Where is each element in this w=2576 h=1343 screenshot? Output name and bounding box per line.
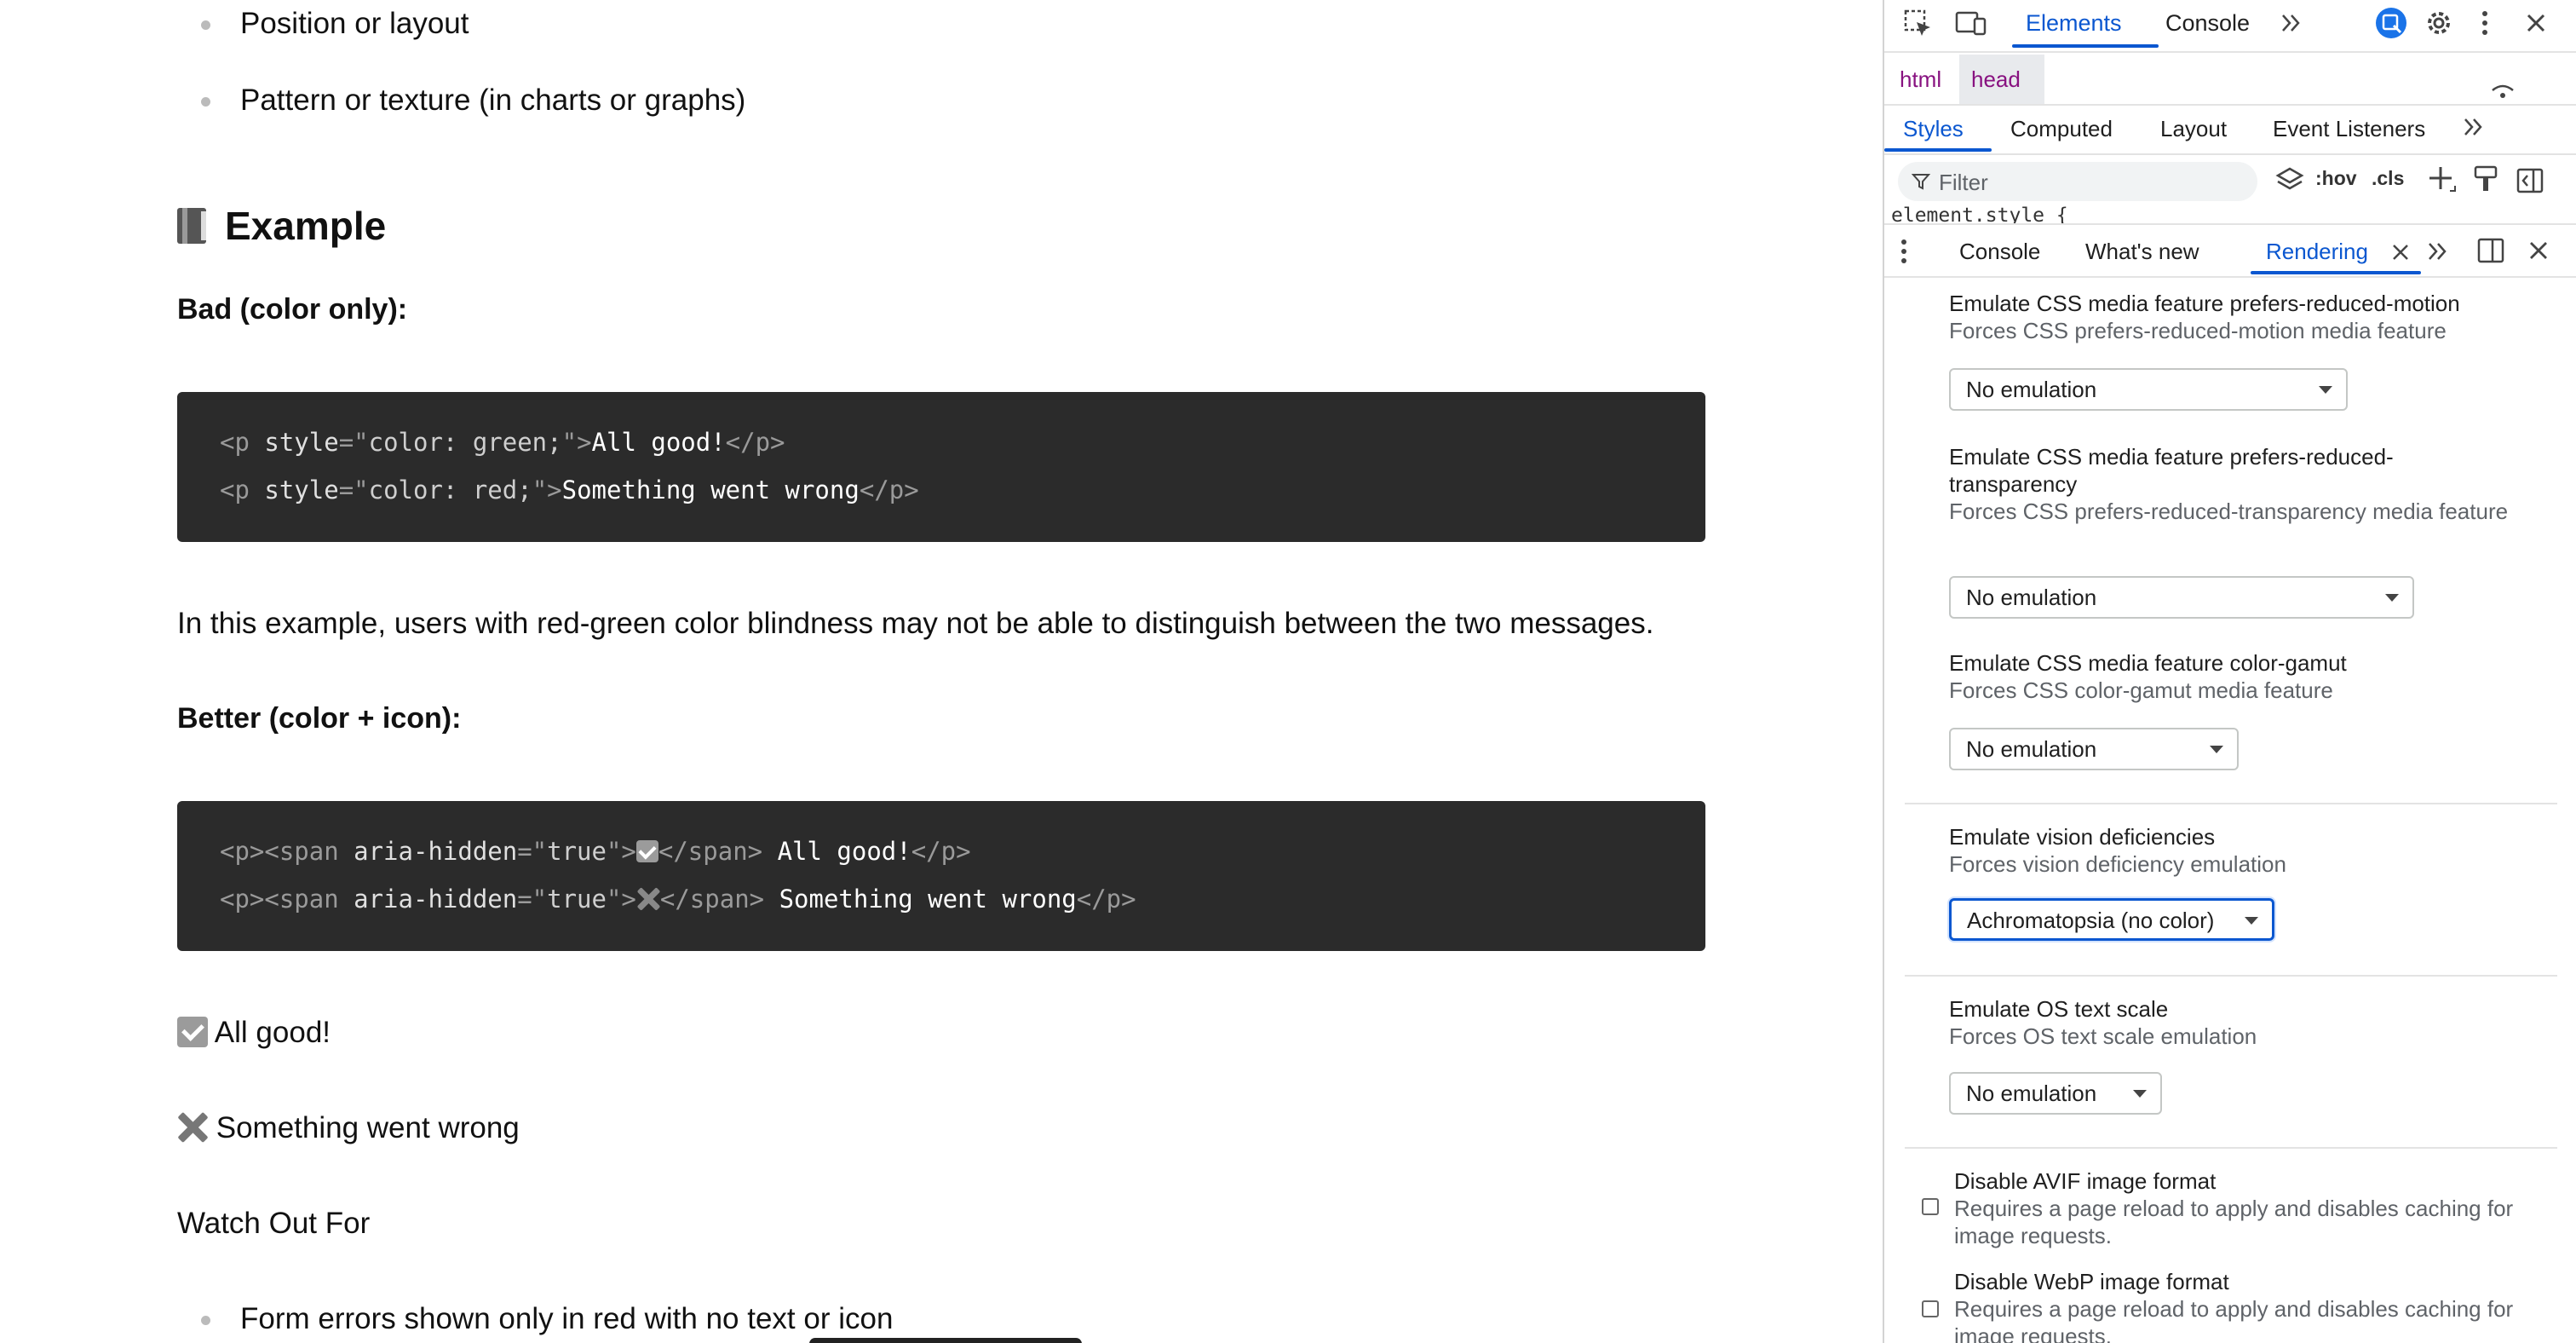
vision-deficiency-select[interactable]: Achromatopsia (no color) <box>1949 898 2274 941</box>
ai-assistance-icon[interactable] <box>2373 5 2409 41</box>
check-icon <box>177 1017 208 1047</box>
disable-webp-title: Disable WebP image format <box>1954 1269 2229 1294</box>
color-gamut-title: Emulate CSS media feature color-gamut <box>1949 650 2347 676</box>
breadcrumb-html[interactable]: html <box>1900 66 1941 93</box>
tab-layout[interactable]: Layout <box>2160 116 2227 142</box>
color-gamut-select[interactable]: No emulation <box>1949 728 2239 770</box>
chevron-down-icon <box>2385 594 2399 602</box>
explanation-text: In this example, users with red-green co… <box>177 607 1654 640</box>
code-block-better[interactable]: <p><span aria-hidden="true"> </span> All … <box>177 801 1705 951</box>
vision-deficiency-desc: Forces vision deficiency emulation <box>1949 851 2286 877</box>
list-item: Position or layout <box>200 7 469 40</box>
reduced-motion-select[interactable]: No emulation <box>1949 368 2348 411</box>
chevron-down-icon <box>2245 917 2258 925</box>
tab-elements[interactable]: Elements <box>2026 10 2122 37</box>
drawer-tab-console[interactable]: Console <box>1959 239 2040 265</box>
code-line: <p style="color: red;">Something went wr… <box>220 476 919 504</box>
disable-avif-checkbox[interactable] <box>1922 1198 1939 1215</box>
tab-styles[interactable]: Styles <box>1903 116 1964 142</box>
scroll-icon[interactable] <box>2487 73 2518 102</box>
horizontal-scrollbar[interactable] <box>809 1338 1082 1343</box>
text-scale-desc: Forces OS text scale emulation <box>1949 1023 2257 1049</box>
code-line: <p><span aria-hidden="true"> </span> All … <box>220 837 971 866</box>
color-gamut-desc: Forces CSS color-gamut media feature <box>1949 677 2333 703</box>
reduced-transparency-desc: Forces CSS prefers-reduced-transparency … <box>1949 499 2509 524</box>
chevron-down-icon <box>2133 1090 2147 1098</box>
element-style-rule: element.style { <box>1891 205 2068 223</box>
code-block-bad[interactable]: <p style="color: green;">All good!</p> <… <box>177 392 1705 542</box>
tab-console[interactable]: Console <box>2165 10 2250 37</box>
active-tab-indicator <box>1884 148 1992 152</box>
text-scale-select[interactable]: No emulation <box>1949 1072 2162 1115</box>
better-example-label: Better (color + icon): <box>177 702 462 735</box>
disable-avif-desc: Requires a page reload to apply and disa… <box>1954 1196 2514 1248</box>
code-line: <p style="color: green;">All good!</p> <box>220 428 785 457</box>
add-style-rule-icon[interactable] <box>2426 164 2458 196</box>
kebab-menu-icon[interactable] <box>2472 7 2498 39</box>
styles-filter-input[interactable]: Filter <box>1898 162 2257 201</box>
device-toolbar-icon[interactable] <box>1954 9 1988 39</box>
reduced-motion-title: Emulate CSS media feature prefers-reduce… <box>1949 291 2460 316</box>
page-content: Position or layout Pattern or texture (i… <box>0 0 1883 1343</box>
devtools-panel: Elements Console html head Styles Comput… <box>1883 0 2576 1343</box>
dock-drawer-icon[interactable] <box>2475 235 2506 266</box>
drawer-tab-rendering[interactable]: Rendering <box>2266 239 2368 265</box>
code-line: <p><span aria-hidden="true"> </span> Some… <box>220 885 1136 914</box>
demo-good-message: All good! <box>177 1016 331 1050</box>
disable-webp-checkbox[interactable] <box>1922 1300 1939 1317</box>
paint-brush-icon[interactable] <box>2470 164 2501 196</box>
tab-computed[interactable]: Computed <box>2010 116 2113 142</box>
tab-event-listeners[interactable]: Event Listeners <box>2273 116 2425 142</box>
watch-out-heading: Watch Out For <box>177 1207 371 1240</box>
reduced-motion-desc: Forces CSS prefers-reduced-motion media … <box>1949 318 2447 343</box>
chevron-down-icon <box>2319 386 2332 394</box>
class-toggle[interactable]: .cls <box>2372 167 2404 190</box>
reduced-transparency-select[interactable]: No emulation <box>1949 576 2414 619</box>
active-tab-indicator <box>2251 271 2421 274</box>
active-tab-indicator <box>2012 44 2159 48</box>
list-item: Form errors shown only in red with no te… <box>200 1302 894 1335</box>
more-tabs-icon[interactable] <box>2278 10 2305 36</box>
inspect-element-icon[interactable] <box>1903 9 1934 39</box>
vision-deficiency-title: Emulate vision deficiencies <box>1949 824 2216 850</box>
book-icon <box>177 206 210 245</box>
close-tab-icon[interactable] <box>2389 240 2412 264</box>
reduced-transparency-title: Emulate CSS media feature prefers-reduce… <box>1949 444 2394 497</box>
chevron-down-icon <box>2210 746 2223 753</box>
filter-placeholder: Filter <box>1939 170 1988 195</box>
hover-state-toggle[interactable]: :hov <box>2315 167 2357 190</box>
disable-avif-title: Disable AVIF image format <box>1954 1168 2217 1194</box>
cross-icon <box>636 887 660 911</box>
sidebar-toggle-icon[interactable] <box>2515 165 2545 196</box>
check-icon <box>635 840 658 862</box>
drawer-menu-icon[interactable] <box>1893 235 1915 268</box>
close-drawer-icon[interactable] <box>2525 237 2552 264</box>
demo-bad-message: Something went wrong <box>177 1111 520 1145</box>
more-tabs-icon[interactable] <box>2460 114 2487 140</box>
close-devtools-icon[interactable] <box>2521 9 2550 37</box>
filter-icon <box>1912 174 1930 190</box>
layers-icon[interactable] <box>2274 165 2305 196</box>
text-scale-title: Emulate OS text scale <box>1949 996 2169 1022</box>
breadcrumb-head[interactable]: head <box>1971 66 2021 93</box>
bad-example-label: Bad (color only): <box>177 293 408 326</box>
more-tabs-icon[interactable] <box>2424 239 2452 264</box>
drawer-tab-whats-new[interactable]: What's new <box>2085 239 2199 265</box>
disable-webp-desc: Requires a page reload to apply and disa… <box>1954 1296 2514 1343</box>
cross-icon <box>177 1112 208 1143</box>
example-heading: Example <box>177 203 386 249</box>
list-item: Pattern or texture (in charts or graphs) <box>200 84 746 117</box>
gear-icon[interactable] <box>2423 7 2455 39</box>
